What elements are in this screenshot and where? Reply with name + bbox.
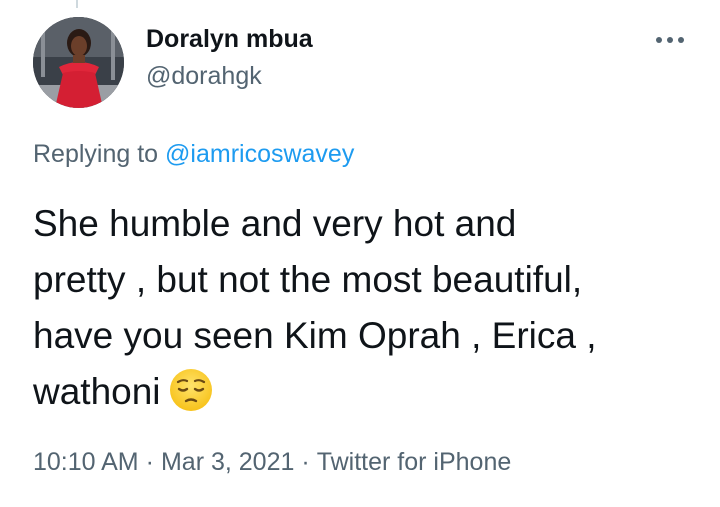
more-horizontal-icon bbox=[656, 37, 684, 43]
meta-separator: · bbox=[301, 448, 310, 476]
avatar-photo bbox=[33, 17, 124, 108]
tweet-metadata: 10:10 AM · Mar 3, 2021 · Twitter for iPhone bbox=[33, 448, 511, 477]
tweet-text: She humble and very hot and pretty , but… bbox=[33, 196, 703, 420]
pensive-face-emoji bbox=[169, 368, 213, 412]
reply-mention-link[interactable]: @iamricoswavey bbox=[165, 140, 354, 168]
tweet-text-last-words: wathoni bbox=[33, 371, 161, 412]
replying-to: Replying to @iamricoswavey bbox=[33, 140, 354, 169]
avatar[interactable] bbox=[33, 17, 124, 108]
tweet-text-line: She humble and very hot and bbox=[33, 203, 517, 244]
meta-separator: · bbox=[145, 448, 154, 476]
tweet-text-line: wathoni bbox=[33, 364, 703, 420]
replying-to-label: Replying to bbox=[33, 140, 166, 168]
tweet-source[interactable]: Twitter for iPhone bbox=[317, 448, 512, 476]
tweet-date[interactable]: Mar 3, 2021 bbox=[161, 448, 294, 476]
more-options-button[interactable] bbox=[650, 25, 690, 55]
tweet-text-line: pretty , but not the most beautiful, bbox=[33, 259, 583, 300]
tweet-time[interactable]: 10:10 AM bbox=[33, 448, 139, 476]
thread-connector-line bbox=[76, 0, 78, 8]
tweet-text-line: have you seen Kim Oprah , Erica , bbox=[33, 315, 597, 356]
author-display-name[interactable]: Doralyn mbua bbox=[146, 25, 313, 54]
author-handle[interactable]: @dorahgk bbox=[146, 62, 262, 91]
